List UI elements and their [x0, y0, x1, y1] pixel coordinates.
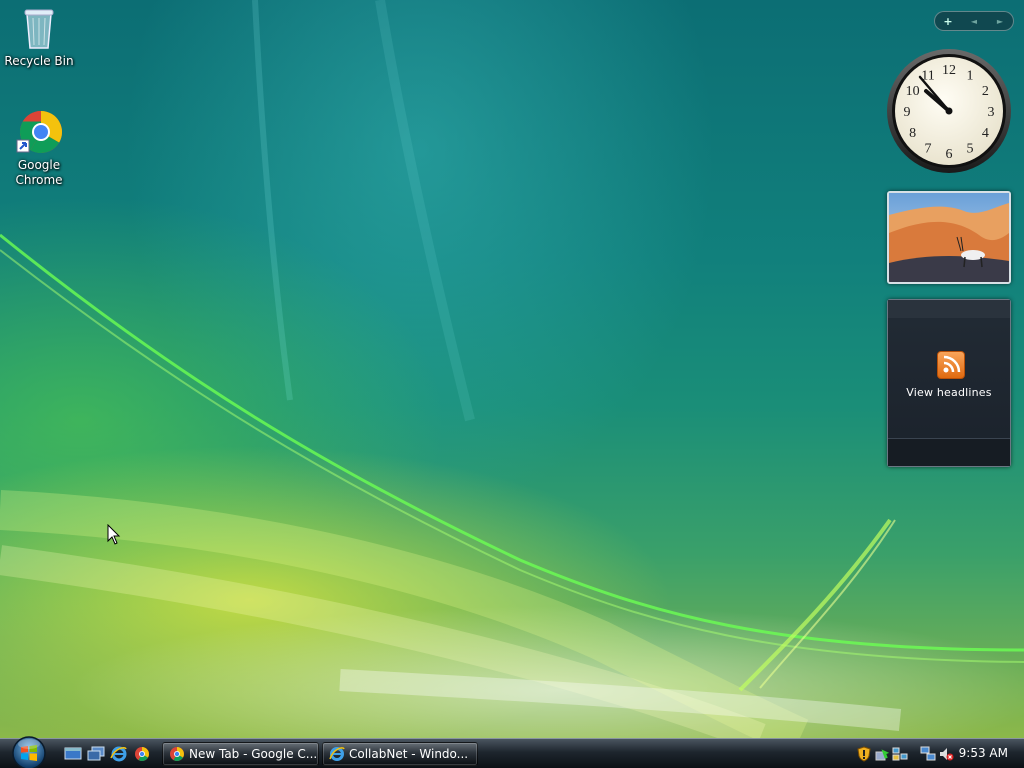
desktop-icon-google-chrome[interactable]: Google Chrome: [1, 108, 77, 188]
rss-icon: [937, 351, 965, 379]
mouse-cursor-icon: [107, 524, 121, 545]
windows-orb-icon: [12, 736, 46, 768]
system-tray: 9:53 AM: [852, 739, 1024, 768]
update-icon[interactable]: [874, 746, 890, 762]
feeds-footer: [888, 438, 1010, 466]
desktop[interactable]: Recycle Bin Google Chrome + ◄ ► 12 1 2 3…: [0, 0, 1024, 738]
internet-explorer-icon[interactable]: [110, 746, 128, 762]
wallpaper: [0, 0, 1024, 738]
desktop-icon-label-line1: Google: [17, 158, 61, 172]
network-sharing-icon[interactable]: [892, 746, 908, 762]
task-button-label: CollabNet - Windo...: [349, 747, 469, 761]
windows-security-icon[interactable]: [856, 746, 872, 762]
chrome-icon: [169, 746, 185, 762]
next-gadget-button[interactable]: ►: [990, 17, 1010, 26]
recycle-bin-icon: [15, 4, 63, 52]
volume-muted-icon[interactable]: [938, 746, 954, 762]
internet-explorer-icon: [329, 746, 345, 762]
task-button-chrome[interactable]: New Tab - Google C...: [162, 742, 319, 766]
add-gadget-button[interactable]: +: [938, 15, 958, 28]
slideshow-gadget[interactable]: [887, 191, 1011, 284]
clock-numeral: 3: [988, 105, 995, 120]
desktop-icon-label-line2: Chrome: [15, 173, 63, 187]
clock-numeral: 2: [982, 84, 989, 99]
chrome-icon[interactable]: [133, 746, 151, 762]
clock-numeral: 9: [904, 105, 911, 120]
clock-numeral: 8: [909, 126, 916, 141]
chrome-icon: [15, 108, 63, 156]
sidebar-toolbar: + ◄ ►: [934, 11, 1014, 31]
task-button-ie[interactable]: CollabNet - Windo...: [322, 742, 478, 766]
clock-gadget[interactable]: 12 1 2 3 4 5 6 7 8 9 10 11: [886, 48, 1012, 174]
clock-numeral: 10: [906, 84, 920, 99]
show-desktop-icon[interactable]: [64, 746, 82, 762]
prev-gadget-button[interactable]: ◄: [964, 17, 984, 26]
clock-numeral: 7: [925, 141, 932, 156]
clock-numeral: 12: [942, 63, 956, 78]
feed-headlines-gadget[interactable]: View headlines: [887, 299, 1011, 467]
clock-numeral: 5: [967, 141, 974, 156]
view-headlines-link[interactable]: View headlines: [888, 386, 1010, 399]
desktop-icon-recycle-bin[interactable]: Recycle Bin: [1, 4, 77, 69]
taskbar-clock[interactable]: 9:53 AM: [959, 746, 1008, 760]
task-button-label: New Tab - Google C...: [189, 747, 318, 761]
start-button[interactable]: [8, 734, 50, 768]
taskbar: New Tab - Google C... CollabNet - Windo.…: [0, 736, 1024, 768]
clock-numeral: 4: [982, 126, 989, 141]
feeds-header: [888, 300, 1010, 318]
switch-windows-icon[interactable]: [87, 746, 105, 762]
desktop-icon-label: Recycle Bin: [4, 54, 74, 68]
slideshow-photo: [889, 193, 1009, 282]
network-icon[interactable]: [920, 746, 936, 762]
clock-numeral: 1: [967, 69, 974, 84]
clock-numeral: 6: [946, 147, 953, 162]
